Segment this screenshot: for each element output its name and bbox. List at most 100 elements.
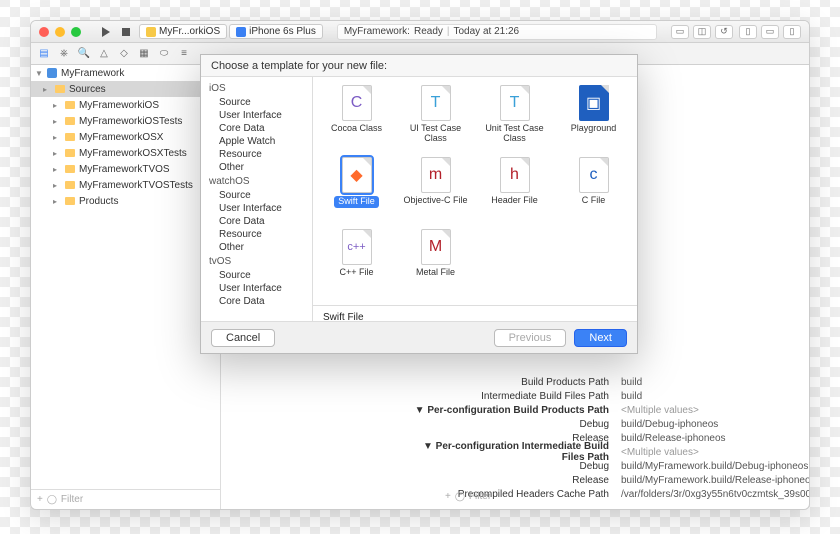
- template-icon: ▣: [579, 85, 609, 121]
- setting-row[interactable]: Build Products Pathbuild: [401, 375, 809, 389]
- template-category-list[interactable]: iOSSourceUser InterfaceCore DataApple Wa…: [201, 77, 313, 321]
- category-item[interactable]: Resource: [201, 148, 312, 161]
- filter-icon[interactable]: ◯: [47, 494, 57, 505]
- cancel-button[interactable]: Cancel: [211, 329, 275, 347]
- disclosure-icon[interactable]: ▸: [53, 181, 61, 190]
- minimize-icon[interactable]: [55, 27, 65, 37]
- setting-value[interactable]: build/MyFramework.build/Debug-iphoneos: [621, 461, 809, 472]
- category-item[interactable]: User Interface: [201, 202, 312, 215]
- setting-value[interactable]: build/MyFramework.build/Release-iphoneos: [621, 475, 809, 486]
- navigator-item[interactable]: ▸MyFrameworkOSX?: [31, 129, 220, 145]
- disclosure-icon[interactable]: ▸: [43, 85, 51, 94]
- setting-row[interactable]: Debugbuild/Debug-iphoneos: [401, 417, 809, 431]
- category-item[interactable]: Source: [201, 269, 312, 282]
- category-item[interactable]: Apple Watch: [201, 135, 312, 148]
- add-icon[interactable]: +: [37, 494, 43, 505]
- setting-value[interactable]: build: [621, 391, 809, 402]
- close-icon[interactable]: [39, 27, 49, 37]
- issue-nav-icon[interactable]: △: [97, 47, 111, 61]
- navigator-item[interactable]: ▸MyFrameworkOSXTests?: [31, 145, 220, 161]
- setting-row[interactable]: Releasebuild/MyFramework.build/Release-i…: [401, 473, 809, 487]
- filter-placeholder[interactable]: Filter: [61, 494, 83, 505]
- template-label: C File: [582, 196, 606, 206]
- disclosure-icon[interactable]: ▸: [53, 197, 61, 206]
- disclosure-icon[interactable]: ▸: [53, 117, 61, 126]
- navigator-item[interactable]: ▸SourcesS: [31, 81, 220, 97]
- debug-nav-icon[interactable]: ▦: [137, 47, 151, 61]
- navigator-item[interactable]: ▸MyFrameworkTVOSTests?: [31, 177, 220, 193]
- breakpoint-nav-icon[interactable]: ⬭: [157, 47, 171, 61]
- template-item[interactable]: ◆Swift File: [319, 157, 394, 225]
- template-item[interactable]: c++C++ File: [319, 229, 394, 297]
- template-label: Cocoa Class: [331, 124, 382, 134]
- template-item[interactable]: TUnit Test Case Class: [477, 85, 552, 153]
- template-item[interactable]: MMetal File: [398, 229, 473, 297]
- filter-icon[interactable]: ◯: [455, 491, 465, 502]
- disclosure-icon[interactable]: ▸: [53, 165, 61, 174]
- navigator-item[interactable]: ▸MyFrameworkiOS?: [31, 97, 220, 113]
- toggle-navigator-button[interactable]: ▯: [739, 25, 757, 39]
- version-editor-button[interactable]: ↺: [715, 25, 733, 39]
- category-item[interactable]: Source: [201, 189, 312, 202]
- navigator-item-label: MyFrameworkTVOSTests: [79, 180, 193, 191]
- scheme-target[interactable]: MyFr...orkiOS: [139, 24, 227, 39]
- setting-value[interactable]: <Multiple values>: [621, 405, 809, 416]
- template-item[interactable]: CCocoa Class: [319, 85, 394, 153]
- category-item[interactable]: Source: [201, 96, 312, 109]
- category-item[interactable]: Other: [201, 241, 312, 254]
- navigator-filter-bar: + ◯ Filter: [31, 489, 220, 509]
- setting-label: Intermediate Build Files Path: [401, 391, 621, 402]
- add-icon[interactable]: +: [445, 491, 451, 502]
- category-item[interactable]: Resource: [201, 228, 312, 241]
- run-button[interactable]: [99, 25, 113, 39]
- disclosure-icon[interactable]: ▸: [53, 133, 61, 142]
- disclosure-icon[interactable]: ▼: [35, 69, 43, 78]
- category-item[interactable]: Other: [201, 161, 312, 174]
- setting-value[interactable]: build/Debug-iphoneos: [621, 419, 809, 430]
- stop-button[interactable]: [119, 25, 133, 39]
- template-item[interactable]: hHeader File: [477, 157, 552, 225]
- scheme-device[interactable]: iPhone 6s Plus: [229, 24, 323, 39]
- test-nav-icon[interactable]: ◇: [117, 47, 131, 61]
- disclosure-icon[interactable]: ▸: [53, 101, 61, 110]
- standard-editor-button[interactable]: ▭: [671, 25, 689, 39]
- project-label: MyFramework: [61, 68, 124, 79]
- setting-row[interactable]: Debugbuild/MyFramework.build/Debug-iphon…: [401, 459, 809, 473]
- toggle-debug-button[interactable]: ▭: [761, 25, 779, 39]
- disclosure-icon[interactable]: ▸: [53, 149, 61, 158]
- previous-button: Previous: [494, 329, 567, 347]
- category-item[interactable]: User Interface: [201, 282, 312, 295]
- project-root[interactable]: ▼ MyFramework M: [31, 65, 220, 81]
- navigator-item[interactable]: ▸MyFrameworkTVOS?: [31, 161, 220, 177]
- report-nav-icon[interactable]: ≡: [177, 47, 191, 61]
- template-item[interactable]: cC File: [556, 157, 631, 225]
- template-item[interactable]: ▣Playground: [556, 85, 631, 153]
- category-item[interactable]: Core Data: [201, 295, 312, 308]
- symbol-nav-icon[interactable]: ⎈: [57, 47, 71, 61]
- navigator-item[interactable]: ▸MyFrameworkiOSTests?: [31, 113, 220, 129]
- category-item[interactable]: Core Data: [201, 215, 312, 228]
- category-item[interactable]: User Interface: [201, 109, 312, 122]
- category-item[interactable]: Core Data: [201, 122, 312, 135]
- template-item[interactable]: mObjective-C File: [398, 157, 473, 225]
- project-nav-icon[interactable]: ▤: [37, 47, 51, 61]
- navigator-item[interactable]: ▸Products?: [31, 193, 220, 209]
- template-label: Metal File: [416, 268, 455, 278]
- template-item[interactable]: TUI Test Case Class: [398, 85, 473, 153]
- setting-value[interactable]: build: [621, 377, 809, 388]
- zoom-icon[interactable]: [71, 27, 81, 37]
- next-button[interactable]: Next: [574, 329, 627, 347]
- toggle-inspector-button[interactable]: ▯: [783, 25, 801, 39]
- category-header: watchOS: [201, 174, 312, 189]
- setting-row[interactable]: Intermediate Build Files Pathbuild: [401, 389, 809, 403]
- assistant-editor-button[interactable]: ◫: [693, 25, 711, 39]
- find-nav-icon[interactable]: 🔍: [77, 47, 91, 61]
- setting-row[interactable]: ▼ Per-configuration Intermediate Build F…: [401, 445, 809, 459]
- setting-value[interactable]: /var/folders/3r/0xg3y55n6tv0czmtsk_39s00…: [621, 489, 809, 500]
- filter-placeholder[interactable]: Filter: [469, 491, 491, 502]
- setting-row[interactable]: ▼ Per-configuration Build Products Path<…: [401, 403, 809, 417]
- setting-value[interactable]: build/Release-iphoneos: [621, 433, 809, 444]
- setting-value[interactable]: <Multiple values>: [621, 447, 809, 458]
- folder-icon: [65, 181, 75, 189]
- template-label: Swift File: [334, 196, 379, 208]
